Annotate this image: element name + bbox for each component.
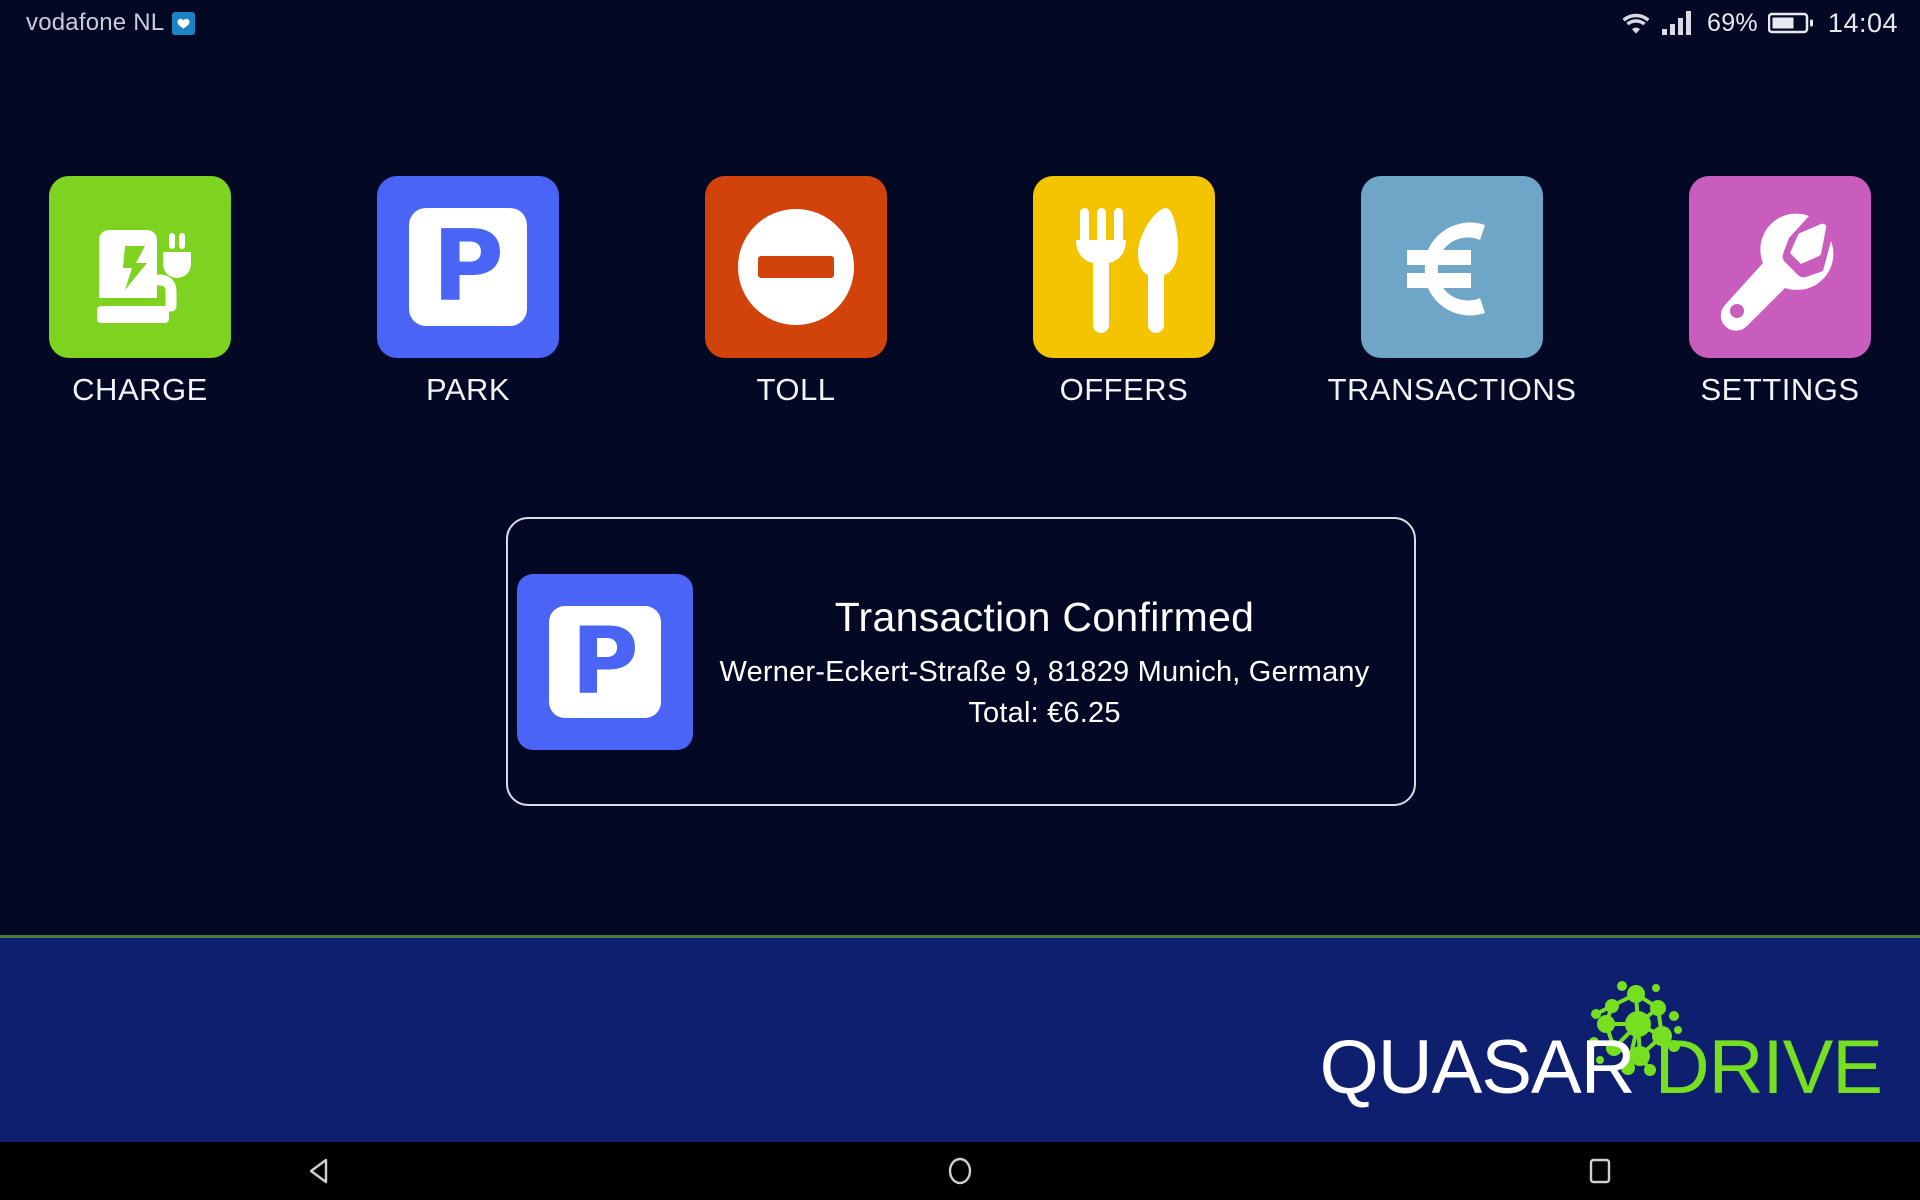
- tile-label-settings: SETTINGS: [1700, 372, 1860, 407]
- tile-label-park: PARK: [425, 372, 511, 407]
- status-bar-left: vodafone NL: [26, 9, 196, 37]
- battery-percent-label: 69%: [1706, 8, 1758, 37]
- parking-sign-icon[interactable]: P: [377, 176, 559, 358]
- tile-label-toll: TOLL: [756, 372, 836, 407]
- brand-name-primary: QUASAR: [1319, 1025, 1636, 1110]
- status-bar: vodafone NL 69% 14:04: [0, 0, 1920, 46]
- no-entry-icon[interactable]: [705, 176, 887, 358]
- brand-logo: QUASAR DRIVE: [1320, 1030, 1883, 1106]
- tile-settings[interactable]: SETTINGS: [1689, 176, 1871, 408]
- tile-label-offers: OFFERS: [1059, 372, 1189, 407]
- footer-bar: QUASAR DRIVE: [0, 938, 1920, 1142]
- home-circle-icon[interactable]: [640, 1142, 1280, 1200]
- ev-charger-icon[interactable]: [49, 176, 231, 358]
- wifi-icon: [1621, 11, 1651, 35]
- euro-sign-icon[interactable]: [1361, 176, 1543, 358]
- tile-offers[interactable]: OFFERS: [1033, 176, 1215, 408]
- tile-toll[interactable]: TOLL: [705, 176, 887, 408]
- battery-icon: [1767, 11, 1814, 35]
- android-navigation-bar: [0, 1142, 1920, 1200]
- dual-sim-badge-icon: [172, 11, 196, 35]
- tile-park[interactable]: P PARK: [377, 176, 559, 408]
- wrench-icon[interactable]: [1689, 176, 1871, 358]
- brand-name-secondary: DRIVE: [1654, 1025, 1883, 1110]
- fork-knife-icon[interactable]: [1033, 176, 1215, 358]
- transaction-card-total: Total: €6.25: [968, 696, 1121, 729]
- clock-label: 14:04: [1827, 7, 1898, 38]
- carrier-label: vodafone NL: [26, 9, 165, 36]
- status-bar-right: 69% 14:04: [1621, 8, 1898, 39]
- tile-transactions[interactable]: TRANSACTIONS: [1328, 176, 1576, 408]
- brand-wordmark: QUASAR DRIVE: [1320, 1030, 1883, 1106]
- tile-label-transactions: TRANSACTIONS: [1327, 372, 1577, 407]
- transaction-card-address: Werner-Eckert-Straße 9, 81829 Munich, Ge…: [719, 655, 1370, 688]
- tile-label-charge: CHARGE: [72, 372, 208, 407]
- recents-square-icon[interactable]: [1280, 1142, 1920, 1200]
- transaction-card-text: Transaction Confirmed Werner-Eckert-Stra…: [693, 594, 1414, 730]
- transaction-card-title: Transaction Confirmed: [834, 593, 1255, 640]
- cellular-signal-icon: [1661, 10, 1697, 36]
- transaction-confirmation-card[interactable]: P Transaction Confirmed Werner-Eckert-St…: [506, 517, 1416, 806]
- card-parking-letter: P: [549, 605, 661, 718]
- tile-charge[interactable]: CHARGE: [49, 176, 231, 408]
- parking-sign-icon: P: [517, 573, 693, 750]
- app-screen: vodafone NL 69% 14:04 CHARGE P PARK TOLL…: [0, 0, 1920, 1200]
- main-tile-row: CHARGE P PARK TOLL OFFERS TRANSACTIONS S…: [0, 176, 1920, 408]
- back-triangle-icon[interactable]: [0, 1142, 640, 1200]
